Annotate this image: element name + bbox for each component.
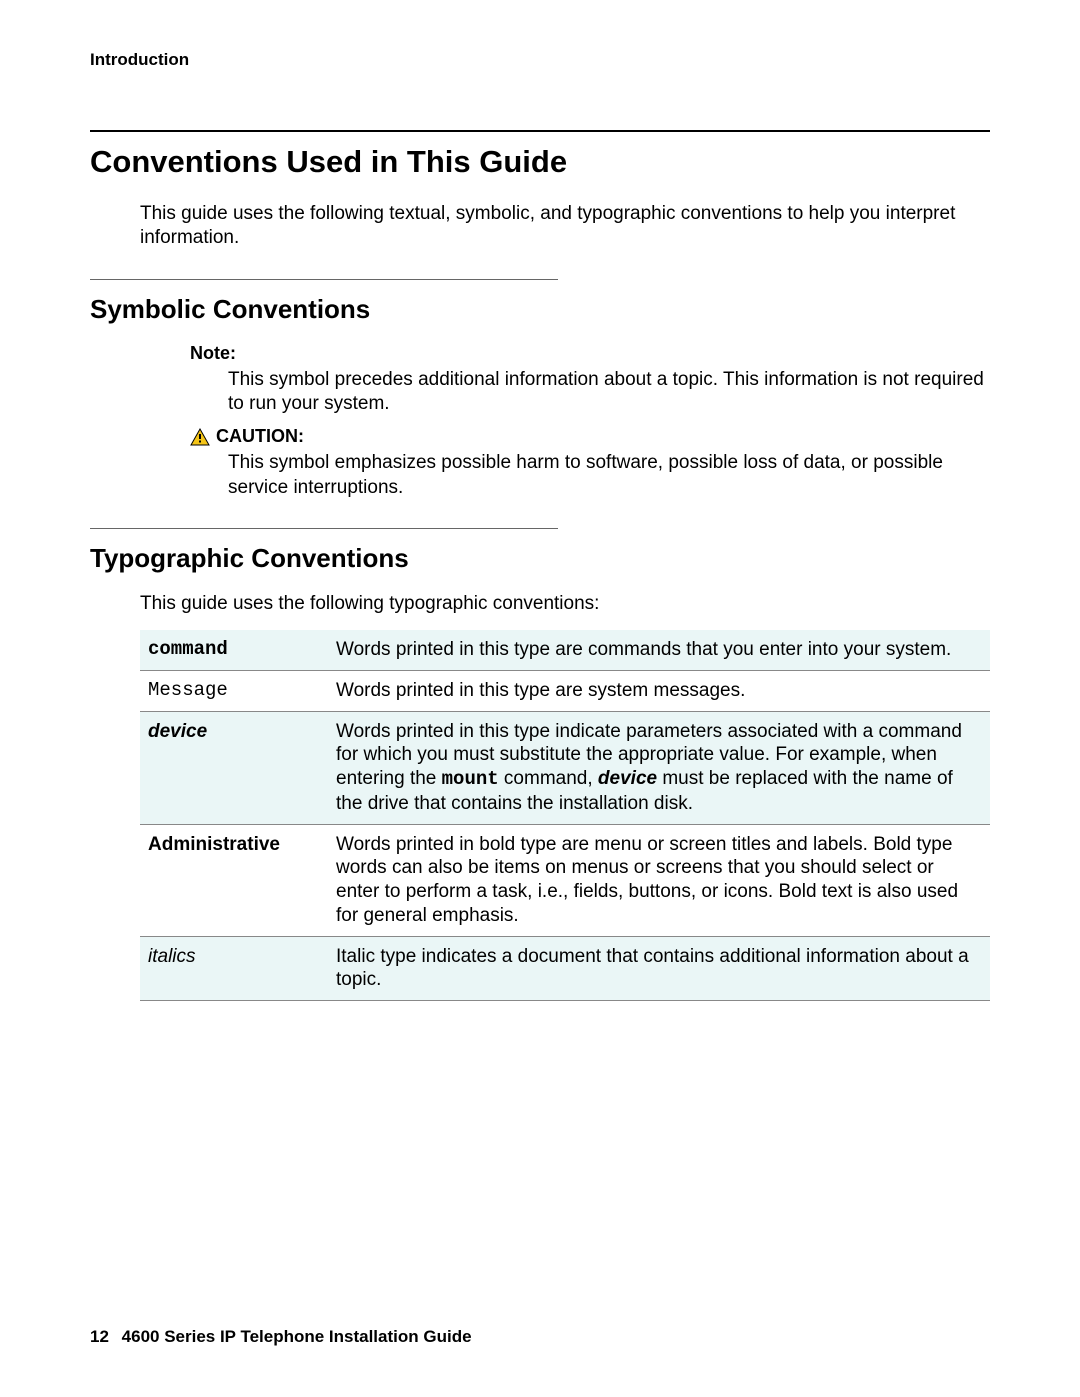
desc-device-dev: device (598, 768, 657, 789)
table-row: Message Words printed in this type are s… (140, 670, 990, 711)
table-row: command Words printed in this type are c… (140, 630, 990, 670)
table-row: italics Italic type indicates a document… (140, 936, 990, 1001)
desc-italics: Italic type indicates a document that co… (328, 936, 990, 1001)
note-text: This symbol precedes additional informat… (228, 368, 990, 417)
caution-icon (190, 428, 210, 446)
term-device: device (140, 711, 328, 824)
table-row: Administrative Words printed in bold typ… (140, 824, 990, 936)
caution-text: This symbol emphasizes possible harm to … (228, 451, 990, 500)
running-header: Introduction (90, 50, 990, 70)
page-number: 12 (90, 1327, 109, 1346)
term-administrative: Administrative (140, 824, 328, 936)
subsection-rule (90, 528, 558, 529)
desc-device: Words printed in this type indicate para… (328, 711, 990, 824)
note-label-text: Note: (190, 343, 236, 364)
typographic-intro: This guide uses the following typographi… (140, 592, 990, 616)
document-page: Introduction Conventions Used in This Gu… (0, 0, 1080, 1397)
term-command: command (140, 630, 328, 670)
note-label: Note: (190, 343, 990, 364)
section-rule (90, 130, 990, 132)
symbolic-conventions-title: Symbolic Conventions (90, 294, 990, 325)
desc-command: Words printed in this type are commands … (328, 630, 990, 670)
desc-device-mid: command, (499, 768, 598, 789)
section-intro: This guide uses the following textual, s… (140, 202, 990, 251)
desc-device-cmd: mount (442, 768, 499, 790)
subsection-rule (90, 279, 558, 280)
typographic-table: command Words printed in this type are c… (140, 630, 990, 1001)
table-row: device Words printed in this type indica… (140, 711, 990, 824)
note-callout: Note: This symbol precedes additional in… (190, 343, 990, 417)
desc-message: Words printed in this type are system me… (328, 670, 990, 711)
term-italics: italics (140, 936, 328, 1001)
caution-label-text: CAUTION: (216, 426, 304, 447)
typographic-conventions-title: Typographic Conventions (90, 543, 990, 574)
desc-administrative: Words printed in bold type are menu or s… (328, 824, 990, 936)
term-message: Message (140, 670, 328, 711)
page-footer: 12 4600 Series IP Telephone Installation… (90, 1327, 472, 1347)
footer-title: 4600 Series IP Telephone Installation Gu… (122, 1327, 472, 1346)
caution-label: CAUTION: (190, 426, 990, 447)
caution-callout: CAUTION: This symbol emphasizes possible… (190, 426, 990, 500)
section-title: Conventions Used in This Guide (90, 144, 990, 180)
